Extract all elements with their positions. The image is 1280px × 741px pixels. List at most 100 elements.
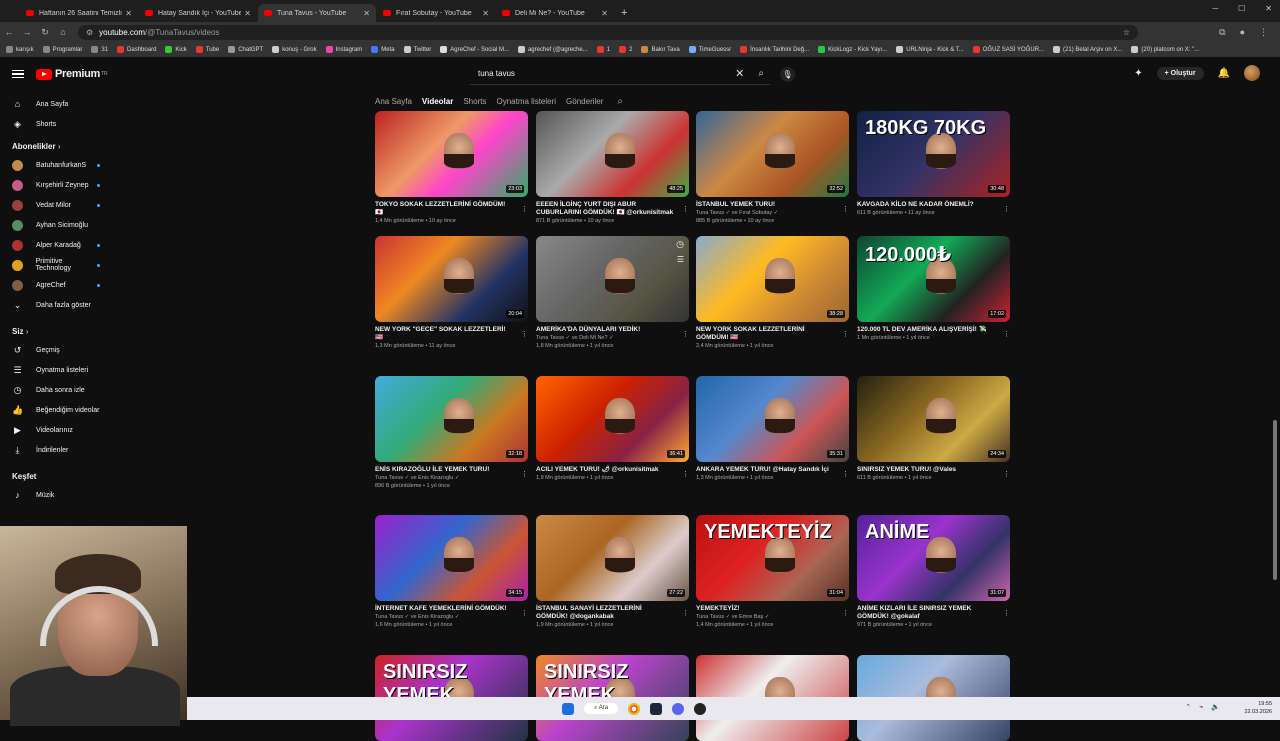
subscription-item[interactable]: AgreChef bbox=[0, 275, 120, 295]
volume-icon[interactable]: 🔈 bbox=[1211, 703, 1220, 711]
steam-icon[interactable] bbox=[650, 702, 663, 715]
discord-icon[interactable] bbox=[672, 702, 685, 715]
mic-icon[interactable]: 🎙 bbox=[780, 67, 795, 82]
video-title[interactable]: NEW YORK SOKAK LEZZETLERİNİ GÖMDÜM! 🇺🇸 bbox=[696, 326, 849, 342]
video-thumbnail[interactable]: 27:22 bbox=[536, 515, 689, 601]
video-title[interactable]: İNTERNET KAFE YEMEKLERİNİ GÖMDÜK! bbox=[375, 605, 528, 613]
video-title[interactable]: 120.000 TL DEV AMERİKA ALIŞVERİŞİ! 💸 bbox=[857, 326, 1010, 334]
video-menu-icon[interactable]: ⋮ bbox=[521, 470, 528, 478]
cast-icon[interactable]: ✦ bbox=[1134, 68, 1142, 79]
subscription-item[interactable]: Vedat Milor bbox=[0, 195, 120, 215]
video-title[interactable]: SINIRSIZ YEMEK TURU! @Vales bbox=[857, 466, 1010, 474]
video-card[interactable]: 38:28 ⋮ NEW YORK SOKAK LEZZETLERİNİ GÖMDÜM… bbox=[696, 236, 849, 350]
video-card[interactable]: 20:04 ⋮ NEW YORK "GECE" SOKAK LEZZETLERİ! … bbox=[375, 236, 528, 350]
bookmark-item[interactable]: 31 bbox=[91, 46, 108, 53]
tray-chevron-icon[interactable]: ⌃ bbox=[1185, 703, 1191, 711]
video-thumbnail[interactable]: YEMEKTEYİZ 31:04 bbox=[696, 515, 849, 601]
subscription-item[interactable]: Kırşehirli Zeynep bbox=[0, 175, 120, 195]
video-title[interactable]: YEMEKTEYİZ! bbox=[696, 605, 849, 613]
profile-icon[interactable]: ● bbox=[1240, 27, 1245, 38]
maximize-icon[interactable]: ☐ bbox=[1238, 4, 1245, 13]
tab-oynatma-listeleri[interactable]: Oynatma listeleri bbox=[496, 97, 556, 106]
bookmark-item[interactable]: (21) Belal Arşiv on X... bbox=[1053, 46, 1122, 53]
bookmark-item[interactable]: KickLogz - Kick Yayı... bbox=[818, 46, 887, 53]
forward-icon[interactable]: → bbox=[18, 27, 36, 37]
bookmark-item[interactable]: Dashboard bbox=[117, 46, 156, 53]
tab-close-icon[interactable]: ✕ bbox=[601, 9, 608, 18]
bookmark-item[interactable]: (20) platcom on X: "... bbox=[1131, 46, 1199, 53]
video-menu-icon[interactable]: ⋮ bbox=[682, 609, 689, 617]
youtube-logo[interactable]: Premium TR bbox=[36, 68, 108, 80]
video-thumbnail[interactable]: 20:04 bbox=[375, 236, 528, 322]
video-thumbnail[interactable]: ANİME 31:07 bbox=[857, 515, 1010, 601]
video-title[interactable]: ANİME KIZLARI İLE SINIRSIZ YEMEK GÖMDÜK!… bbox=[857, 605, 1010, 621]
new-tab-button[interactable]: + bbox=[615, 4, 633, 22]
you-item[interactable]: 👍 Beğendiğim videolar bbox=[0, 400, 120, 420]
tab-close-icon[interactable]: ✕ bbox=[363, 9, 370, 18]
video-title[interactable]: İSTANBUL YEMEK TURU! bbox=[696, 201, 849, 209]
video-thumbnail[interactable]: 180KG 70KG 30:48 bbox=[857, 111, 1010, 197]
browser-tab[interactable]: Haftanın 26 Saatini Temizlik Yo✕ bbox=[20, 4, 138, 22]
taskbar-search[interactable]: ⌕ Ara bbox=[584, 703, 619, 714]
subscription-item[interactable]: Ayhan Sicimoğlu bbox=[0, 215, 120, 235]
video-title[interactable]: AMERİKA'DA DÜNYALARI YEDİK! bbox=[536, 326, 689, 334]
video-title[interactable]: KAVGADA KİLO NE KADAR ÖNEMLİ? bbox=[857, 201, 1010, 209]
browser-tab[interactable]: Hatay Sandık İçi - YouTube ✕ bbox=[139, 4, 257, 22]
video-thumbnail[interactable]: 34:15 bbox=[375, 515, 528, 601]
bookmark-item[interactable]: 1 bbox=[596, 46, 610, 53]
bookmark-item[interactable]: agrechef (@agreche... bbox=[517, 46, 588, 53]
account-avatar[interactable] bbox=[1244, 65, 1260, 81]
reload-icon[interactable]: ↻ bbox=[36, 27, 54, 38]
video-thumbnail[interactable]: 35:31 bbox=[696, 376, 849, 462]
clock[interactable]: 19:55 22.03.2026 bbox=[1244, 700, 1272, 716]
video-menu-icon[interactable]: ⋮ bbox=[521, 205, 528, 213]
search-icon[interactable]: ⌕ bbox=[758, 68, 770, 79]
subscription-item[interactable]: BatuhanfurkanS bbox=[0, 155, 120, 175]
video-menu-icon[interactable]: ⋮ bbox=[521, 609, 528, 617]
browser-tab[interactable]: Deli Mi Ne? - YouTube ✕ bbox=[496, 4, 614, 22]
video-thumbnail[interactable]: ◷ ☰ bbox=[536, 236, 689, 322]
show-more-button[interactable]: ⌄ Daha fazla göster bbox=[0, 295, 120, 315]
video-card[interactable]: ANİME 31:07 ⋮ ANİME KIZLARI İLE SINIRSIZ YE… bbox=[857, 515, 1010, 629]
bookmark-item[interactable]: TimeGuessr bbox=[688, 46, 731, 53]
tab-close-icon[interactable]: ✕ bbox=[125, 9, 132, 18]
bookmark-item[interactable]: Programlar bbox=[42, 46, 82, 53]
url-input[interactable]: ⚙ youtube.com/@TunaTavus/videos ☆ bbox=[78, 24, 1138, 40]
browser-tab[interactable]: Fırat Sobutay - YouTube ✕ bbox=[377, 4, 495, 22]
you-header[interactable]: Siz › bbox=[0, 315, 120, 340]
explore-item[interactable]: ♪ Müzik bbox=[0, 485, 120, 505]
you-item[interactable]: ◷ Daha sonra izle bbox=[0, 380, 120, 400]
network-icon[interactable]: ⌁ bbox=[1199, 703, 1203, 711]
bookmark-item[interactable]: konuş - Grok bbox=[272, 46, 317, 53]
video-card[interactable]: 27:22 ⋮ İSTANBUL SANAYİ LEZZETLERİNİ GÖMDÜ… bbox=[536, 515, 689, 629]
search-input[interactable]: tuna tavus ✕ ⌕ bbox=[470, 63, 770, 85]
video-menu-icon[interactable]: ⋮ bbox=[842, 330, 849, 338]
page-scrollbar[interactable] bbox=[1273, 420, 1277, 580]
video-menu-icon[interactable]: ⋮ bbox=[842, 609, 849, 617]
bookmark-item[interactable]: Instagram bbox=[325, 46, 362, 53]
bookmark-item[interactable]: ChatGPT bbox=[228, 46, 263, 53]
site-info-icon[interactable]: ⚙ bbox=[86, 28, 93, 37]
bookmark-item[interactable]: Bakır Tava bbox=[641, 46, 680, 53]
video-menu-icon[interactable]: ⋮ bbox=[682, 470, 689, 478]
you-item[interactable]: ↺ Geçmiş bbox=[0, 340, 120, 360]
video-menu-icon[interactable]: ⋮ bbox=[842, 205, 849, 213]
bookmark-item[interactable]: AgreChef - Social M... bbox=[440, 46, 509, 53]
video-menu-icon[interactable]: ⋮ bbox=[842, 470, 849, 478]
video-card[interactable]: 36:41 ⋮ ACILI YEMEK TURU! 🌶 @orkunisitmak 1… bbox=[536, 376, 689, 482]
minimize-icon[interactable]: ─ bbox=[1212, 4, 1218, 13]
video-menu-icon[interactable]: ⋮ bbox=[682, 205, 689, 213]
tab-shorts[interactable]: Shorts bbox=[463, 97, 486, 106]
tab-close-icon[interactable]: ✕ bbox=[482, 9, 489, 18]
bookmark-item[interactable]: OĞUZ SASİ YOĞUR... bbox=[972, 46, 1044, 53]
watch-later-icon[interactable]: ◷ bbox=[676, 239, 684, 250]
video-menu-icon[interactable]: ⋮ bbox=[1003, 470, 1010, 478]
you-item[interactable]: ▶ Videolarınız bbox=[0, 420, 120, 440]
sidebar-item[interactable]: ◈ Shorts bbox=[0, 114, 120, 134]
video-thumbnail[interactable]: 24:34 bbox=[857, 376, 1010, 462]
video-title[interactable]: ACILI YEMEK TURU! 🌶 @orkunisitmak bbox=[536, 466, 689, 474]
chrome-icon[interactable] bbox=[628, 702, 641, 715]
video-title[interactable]: NEW YORK "GECE" SOKAK LEZZETLERİ! 🇺🇸 bbox=[375, 326, 528, 342]
video-card[interactable]: 34:15 ⋮ İNTERNET KAFE YEMEKLERİNİ GÖMDÜK! T… bbox=[375, 515, 528, 629]
video-thumbnail[interactable]: 23:03 bbox=[375, 111, 528, 197]
